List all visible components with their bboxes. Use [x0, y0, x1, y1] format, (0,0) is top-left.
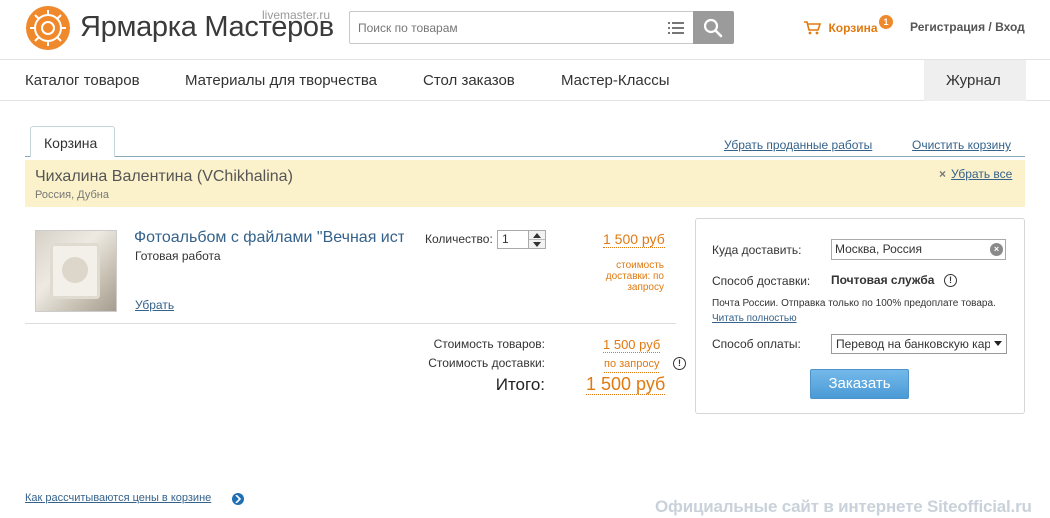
seller-band: Чихалина Валентина (VChikhalina) Россия,…	[25, 160, 1025, 207]
destination-value: Москва, Россия	[835, 242, 922, 256]
quantity-down-button[interactable]	[529, 240, 545, 249]
delivery-note-text: Почта России. Отправка только по 100% пр…	[712, 298, 996, 309]
nav-item-catalog[interactable]: Каталог товаров	[25, 72, 140, 89]
goods-cost-value: 1 500 руб	[603, 337, 661, 353]
tab-cart-label: Корзина	[44, 135, 98, 151]
remove-sold-link[interactable]: Убрать проданные работы	[724, 138, 872, 152]
tab-divider	[25, 156, 1025, 157]
remove-all-button[interactable]: × Убрать все	[939, 167, 1012, 181]
order-button[interactable]: Заказать	[810, 369, 909, 399]
tab-cart[interactable]: Корзина	[30, 126, 115, 157]
cart-icon	[804, 20, 822, 35]
destination-input[interactable]: Москва, Россия ×	[831, 239, 1006, 260]
payment-method-value: Перевод на банковскую кар	[836, 337, 992, 351]
search-button[interactable]	[693, 11, 734, 44]
delivery-note: Почта России. Отправка только по 100% пр…	[712, 296, 1012, 326]
clear-icon[interactable]: ×	[990, 243, 1003, 256]
site-header: Ярмарка Мастеров livemaster.ru Корзина 1	[0, 0, 1050, 58]
search-icon	[703, 18, 723, 38]
list-icon[interactable]	[668, 21, 684, 35]
chevron-up-icon	[533, 233, 541, 238]
item-remove-link[interactable]: Убрать	[135, 298, 174, 312]
destination-label: Куда доставить:	[712, 243, 802, 257]
total-value: 1 500 руб	[586, 374, 666, 395]
cart-link[interactable]: Корзина 1	[804, 15, 893, 37]
quantity-stepper	[528, 230, 546, 249]
item-divider	[25, 323, 676, 324]
item-type: Готовая работа	[135, 249, 221, 263]
close-icon: ×	[939, 167, 947, 181]
seller-name[interactable]: Чихалина Валентина (VChikhalina)	[35, 168, 293, 186]
delivery-panel: Куда доставить: Москва, Россия × Способ …	[695, 218, 1025, 414]
nav-item-journal[interactable]: Журнал	[924, 60, 1026, 101]
delivery-method-value: Почтовая служба	[831, 273, 935, 287]
cart-label: Корзина	[828, 20, 878, 35]
nav-journal-label: Журнал	[946, 72, 1001, 89]
auth-links[interactable]: Регистрация / Вход	[910, 20, 1025, 34]
payment-method-select[interactable]: Перевод на банковскую кар	[831, 334, 1007, 354]
goods-cost-label: Стоимость товаров:	[433, 337, 545, 351]
read-more-link[interactable]: Читать полностью	[712, 313, 797, 324]
logo-domain: livemaster.ru	[262, 8, 331, 22]
arrow-right-icon[interactable]	[232, 493, 244, 505]
price-help-link[interactable]: Как рассчитываются цены в корзине	[25, 492, 211, 504]
search-box	[349, 11, 694, 44]
delivery-cost-label: Стоимость доставки:	[428, 356, 545, 370]
clear-cart-link[interactable]: Очистить корзину	[912, 138, 1011, 152]
cart-count-badge: 1	[879, 15, 893, 29]
delivery-info-icon[interactable]: !	[673, 357, 686, 370]
seller-location: Россия, Дубна	[35, 189, 109, 201]
chevron-down-icon	[990, 335, 1006, 353]
remove-all-label: Убрать все	[951, 167, 1013, 181]
payment-method-label: Способ оплаты:	[712, 337, 801, 351]
chevron-down-icon	[533, 242, 541, 247]
item-shipping-note: стоимость доставки: по запросу	[605, 260, 664, 293]
logo-icon[interactable]	[26, 6, 70, 50]
nav-item-orders-table[interactable]: Стол заказов	[423, 72, 515, 89]
quantity-up-button[interactable]	[529, 231, 545, 240]
item-thumbnail[interactable]	[35, 230, 117, 312]
quantity-input[interactable]: 1	[497, 230, 529, 249]
nav-item-materials[interactable]: Материалы для творчества	[185, 72, 377, 89]
watermark: Официальные сайт в интернете Siteofficia…	[655, 497, 1032, 516]
main-nav: Каталог товаров Материалы для творчества…	[0, 59, 1050, 101]
nav-item-master-classes[interactable]: Мастер-Классы	[561, 72, 670, 89]
total-label: Итого:	[495, 375, 545, 394]
item-title-link[interactable]: Фотоальбом с файлами "Вечная ист	[134, 229, 404, 247]
delivery-cost-value: по запросу	[604, 357, 660, 373]
search-input[interactable]	[358, 19, 648, 37]
delivery-method-label: Способ доставки:	[712, 274, 811, 288]
quantity-label: Количество:	[425, 232, 493, 246]
delivery-method-info-icon[interactable]: !	[944, 274, 957, 287]
item-price: 1 500 руб	[603, 231, 665, 248]
